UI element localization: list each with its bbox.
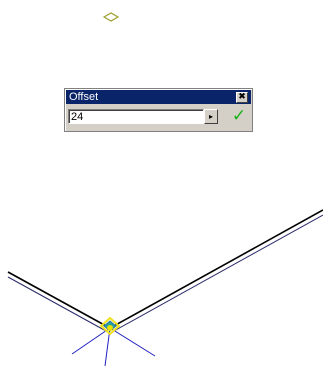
wall-left — [7, 271, 109, 332]
offset-value-input[interactable] — [68, 109, 204, 124]
checkmark-icon[interactable]: ✓ — [229, 106, 249, 126]
offset-dialog: Offset ✖ ▸ ✓ — [64, 88, 253, 132]
dialog-title: Offset — [69, 91, 99, 103]
close-icon[interactable]: ✖ — [236, 92, 248, 103]
dropdown-arrow-icon[interactable]: ▸ — [204, 109, 218, 124]
dialog-titlebar[interactable]: Offset ✖ — [66, 90, 251, 104]
cad-viewport[interactable] — [0, 0, 323, 366]
wall-right — [111, 209, 323, 332]
guide-lines — [71, 327, 156, 366]
diamond-marker-icon — [102, 12, 120, 22]
